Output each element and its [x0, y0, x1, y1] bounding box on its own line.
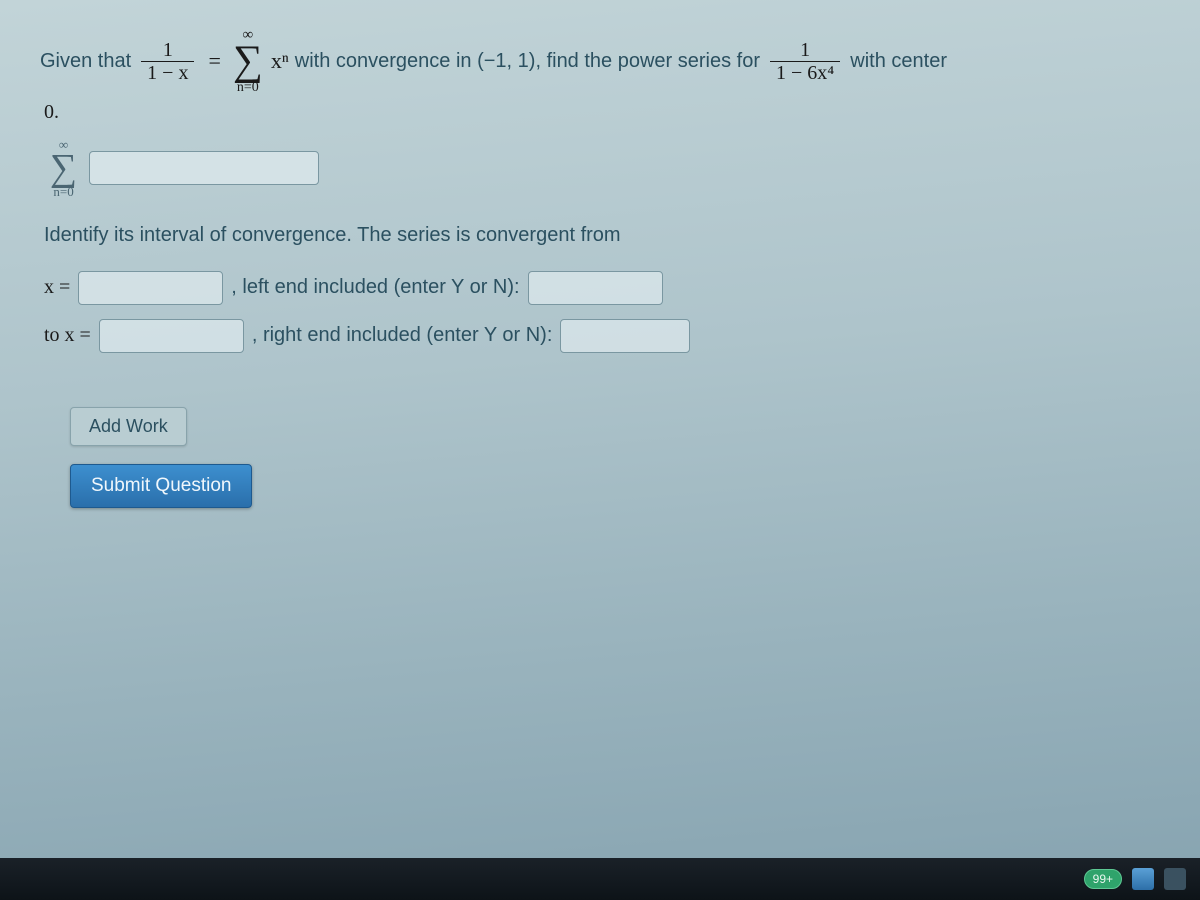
center-value: 0.: [44, 101, 1160, 124]
frac2-numerator: 1: [794, 39, 816, 61]
summation-given: ∞ ∑ n=0: [233, 28, 263, 95]
sum-term: xⁿ: [271, 48, 289, 74]
windows-taskbar[interactable]: 99+: [0, 858, 1200, 900]
left-end-text: , left end included (enter Y or N):: [231, 276, 519, 299]
interval-prompt: Identify its interval of convergence. Th…: [44, 224, 1160, 247]
sum-lower-limit: n=0: [237, 81, 259, 95]
equals-sign: =: [208, 48, 220, 74]
x-to-input[interactable]: [99, 319, 244, 353]
sigma-icon: ∑: [50, 151, 77, 185]
series-term-input[interactable]: [89, 151, 319, 185]
summation-answer: ∞ ∑ n=0: [50, 138, 77, 198]
frac2-denominator: 1 − 6x⁴: [770, 61, 840, 84]
taskbar-app-icon[interactable]: [1164, 868, 1186, 890]
fraction-2: 1 1 − 6x⁴: [770, 39, 840, 84]
add-work-button[interactable]: Add Work: [70, 407, 187, 446]
x-from-label: x =: [44, 276, 70, 299]
answer-sum-lower: n=0: [53, 185, 73, 198]
x-to-label: to x =: [44, 324, 91, 347]
sigma-icon: ∑: [233, 43, 263, 81]
frac1-denominator: 1 − x: [141, 61, 194, 84]
interval-from-row: x = , left end included (enter Y or N):: [44, 271, 1160, 305]
lead-in-text: Given that: [40, 50, 131, 73]
series-answer-row: ∞ ∑ n=0: [48, 138, 1160, 198]
question-text-line: Given that 1 1 − x = ∞ ∑ n=0 xⁿ with con…: [40, 28, 1160, 95]
taskbar-app-icon[interactable]: [1132, 868, 1154, 890]
left-end-included-input[interactable]: [528, 271, 663, 305]
notification-badge[interactable]: 99+: [1084, 869, 1122, 889]
fraction-1: 1 1 − x: [141, 39, 194, 84]
question-container: Given that 1 1 − x = ∞ ∑ n=0 xⁿ with con…: [0, 0, 1200, 528]
x-from-input[interactable]: [78, 271, 223, 305]
right-end-included-input[interactable]: [560, 319, 690, 353]
right-end-text: , right end included (enter Y or N):: [252, 324, 553, 347]
frac1-numerator: 1: [157, 39, 179, 61]
interval-to-row: to x = , right end included (enter Y or …: [44, 319, 1160, 353]
trailing-text: with center: [850, 50, 947, 73]
convergence-text: with convergence in (−1, 1), find the po…: [295, 50, 760, 73]
submit-question-button[interactable]: Submit Question: [70, 464, 252, 508]
